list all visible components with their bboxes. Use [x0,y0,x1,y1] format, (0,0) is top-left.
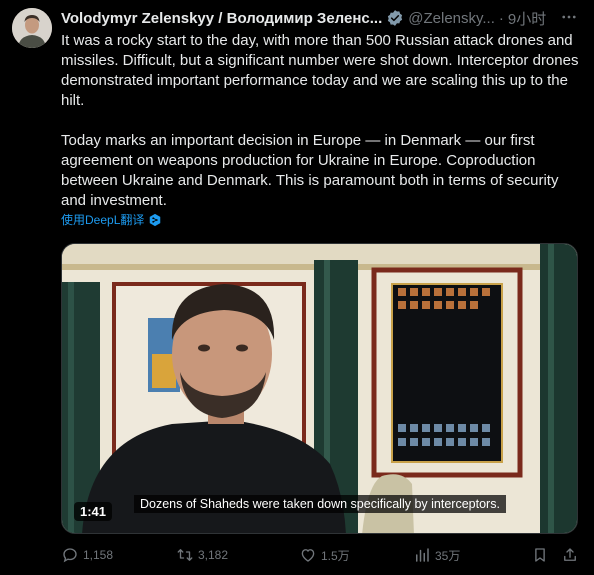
video-caption: Dozens of Shaheds were taken down specif… [134,495,506,513]
reply-count: 1,158 [83,548,114,562]
repost-count: 3,182 [198,548,229,562]
post[interactable]: Volodymyr Zelenskyy / Володимир Зеленс..… [0,0,594,575]
share-button[interactable] [561,546,579,564]
separator-dot: · [498,9,504,27]
post-paragraph: Today marks an important decision in Eur… [61,132,559,209]
like-count: 1.5万 [321,548,350,563]
verified-badge-icon[interactable] [386,9,404,27]
bookmark-button[interactable] [531,546,549,564]
repost-icon [177,549,193,561]
views-icon [416,548,429,562]
translate-link[interactable]: 使用DeepL翻译 [61,211,162,228]
avatar-image [12,8,52,48]
action-bar: 1,158 3,182 1.5万 35万 [61,543,581,567]
author-name[interactable]: Volodymyr Zelenskyy / Володимир Зеленс..… [61,10,382,27]
translate-label[interactable]: 使用DeepL翻译 [61,211,144,228]
deepl-icon [150,213,161,226]
video-frame [62,244,577,533]
post-time[interactable]: 9小时 [508,8,546,29]
views-button[interactable]: 35万 [413,546,460,564]
repost-button[interactable]: 3,182 [176,546,228,564]
more-icon[interactable] [558,6,580,28]
avatar[interactable] [12,8,52,48]
video-duration: 1:41 [74,502,113,521]
author-handle[interactable]: @Zelensky... [408,10,495,27]
reply-button[interactable]: 1,158 [61,546,113,564]
bookmark-icon [535,548,545,562]
like-button[interactable]: 1.5万 [299,546,350,564]
like-icon [301,549,315,562]
post-header: Volodymyr Zelenskyy / Володимир Зеленс..… [61,8,581,28]
post-paragraph: It was a rocky start to the day, with mo… [61,32,579,109]
video-player[interactable]: 1:41 Dozens of Shaheds were taken down s… [61,243,578,534]
reply-icon [63,548,77,563]
post-text: It was a rocky start to the day, with mo… [61,31,581,211]
share-icon [564,548,576,561]
views-count: 35万 [435,548,461,563]
